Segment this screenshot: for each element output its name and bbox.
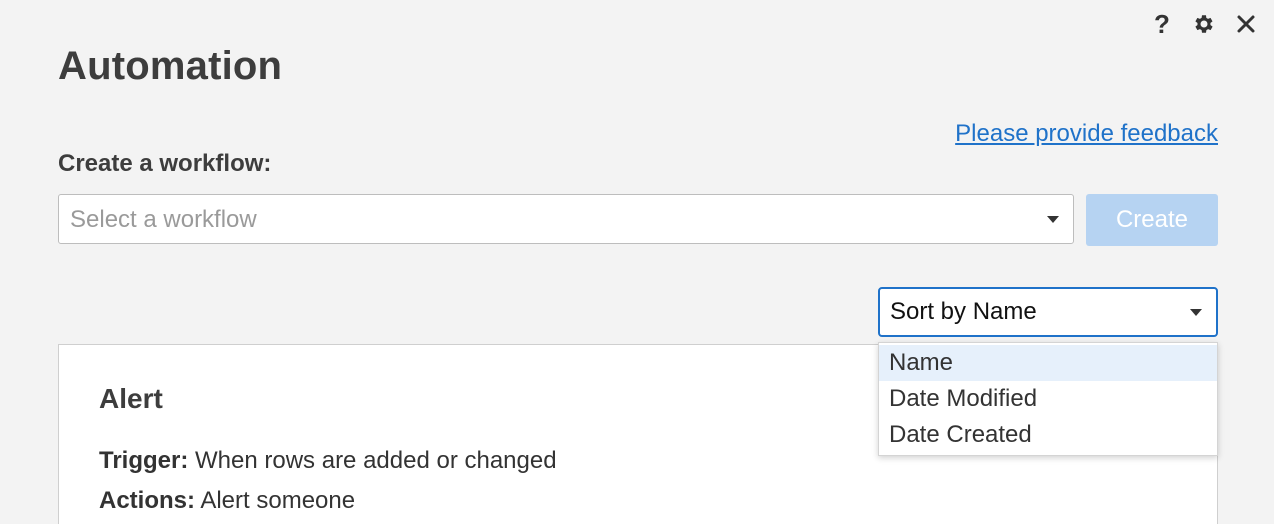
sort-option-date-created[interactable]: Date Created: [879, 417, 1217, 453]
chevron-down-icon: [1047, 216, 1059, 223]
actions-value: Alert someone: [200, 487, 356, 514]
gear-icon[interactable]: [1190, 10, 1218, 38]
feedback-link[interactable]: Please provide feedback: [955, 120, 1218, 148]
actions-label: Actions:: [99, 487, 195, 514]
help-icon[interactable]: ?: [1148, 10, 1176, 38]
create-workflow-label: Create a workflow:: [58, 150, 272, 177]
trigger-label: Trigger:: [99, 447, 189, 474]
sort-select-value: Sort by Name: [890, 298, 1037, 325]
automation-panel: ? Automation Please provide feedback Cre…: [0, 0, 1274, 524]
sort-select[interactable]: Sort by Name: [878, 287, 1218, 337]
chevron-down-icon: [1190, 309, 1202, 316]
sort-option-name[interactable]: Name: [879, 345, 1217, 381]
trigger-value: When rows are added or changed: [195, 447, 557, 474]
workflow-actions: Actions: Alert someone: [99, 487, 355, 515]
sort-option-date-modified[interactable]: Date Modified: [879, 381, 1217, 417]
workflow-card-title: Alert: [99, 383, 163, 414]
sort-dropdown-menu: Name Date Modified Date Created: [878, 342, 1218, 456]
workflow-select[interactable]: Select a workflow: [58, 194, 1074, 244]
workflow-trigger: Trigger: When rows are added or changed: [99, 447, 557, 475]
workflow-select-placeholder: Select a workflow: [70, 206, 257, 233]
window-controls: ?: [1148, 10, 1260, 38]
page-title: Automation: [58, 44, 283, 88]
close-icon[interactable]: [1232, 10, 1260, 38]
create-button[interactable]: Create: [1086, 194, 1218, 246]
